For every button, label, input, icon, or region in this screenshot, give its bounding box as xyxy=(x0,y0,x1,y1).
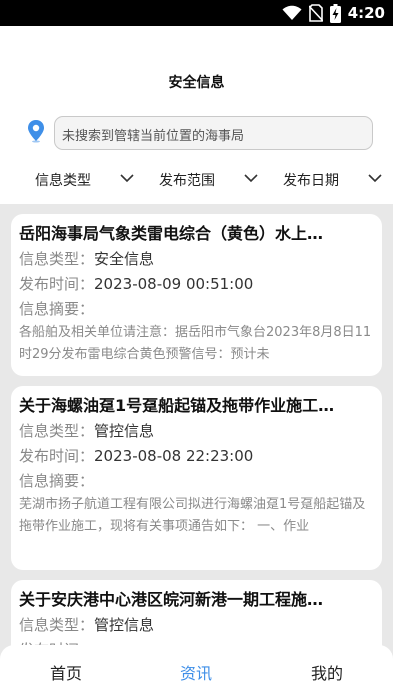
status-bar: 4:20 xyxy=(0,0,393,26)
type-value: 管控信息 xyxy=(94,616,155,634)
filter-publish-scope[interactable]: 发布范围 xyxy=(159,165,259,195)
card-summary: 各船舶及相关单位请注意：据岳阳市气象台2023年8月8日11时29分发布雷电综合… xyxy=(19,325,372,362)
time-value: 2023-08-09 00:51:00 xyxy=(94,275,254,293)
card-title: 关于安庆港中心港区皖河新港一期工程施… xyxy=(19,590,324,609)
search-input[interactable]: 未搜索到管辖当前位置的海事局 xyxy=(54,116,373,150)
chevron-down-icon xyxy=(244,174,258,183)
card-title: 关于海螺油趸1号趸船起锚及拖带作业施工… xyxy=(19,396,335,415)
wifi-icon xyxy=(282,5,302,20)
no-sim-icon xyxy=(308,4,323,22)
filter-label: 发布范围 xyxy=(159,173,215,189)
filter-info-type[interactable]: 信息类型 xyxy=(35,165,135,195)
type-label: 信息类型： xyxy=(19,250,95,268)
info-card[interactable]: 岳阳海事局气象类雷电综合（黄色）水上… 信息类型：安全信息 发布时间：2023-… xyxy=(11,214,382,376)
filter-label: 发布日期 xyxy=(283,173,339,189)
type-value: 管控信息 xyxy=(94,422,155,440)
search-placeholder: 未搜索到管辖当前位置的海事局 xyxy=(62,129,245,144)
info-list[interactable]: 岳阳海事局气象类雷电综合（黄色）水上… 信息类型：安全信息 发布时间：2023-… xyxy=(0,204,393,698)
card-title: 岳阳海事局气象类雷电综合（黄色）水上… xyxy=(19,224,324,243)
filter-publish-date[interactable]: 发布日期 xyxy=(283,165,383,195)
card-type-row: 信息类型：管控信息 xyxy=(19,419,374,444)
card-time-row: 发布时间：2023-08-08 22:23:00 xyxy=(19,444,374,469)
info-card[interactable]: 关于海螺油趸1号趸船起锚及拖带作业施工… 信息类型：管控信息 发布时间：2023… xyxy=(11,386,382,570)
tab-news[interactable]: 资讯 xyxy=(180,660,212,684)
header: 安全信息 未搜索到管辖当前位置的海事局 信息类型 发布范围 发布日期 xyxy=(0,26,393,204)
time-value: 2023-08-08 22:23:00 xyxy=(94,447,254,465)
chevron-down-icon xyxy=(368,174,382,183)
summary-label: 信息摘要： xyxy=(19,472,95,490)
summary-label: 信息摘要： xyxy=(19,300,95,318)
type-value: 安全信息 xyxy=(94,250,155,268)
time-label: 发布时间： xyxy=(19,447,95,465)
card-summary: 芜湖市扬子航道工程有限公司拟进行海螺油趸1号趸船起锚及拖带作业施工，现将有关事项… xyxy=(19,497,366,534)
location-pin-icon[interactable] xyxy=(25,119,47,143)
chevron-down-icon xyxy=(120,174,134,183)
tab-home[interactable]: 首页 xyxy=(50,660,82,684)
type-label: 信息类型： xyxy=(19,616,95,634)
tab-mine[interactable]: 我的 xyxy=(311,660,343,684)
card-time-row: 发布时间：2023-08-09 00:51:00 xyxy=(19,272,374,297)
time-label: 发布时间： xyxy=(19,275,95,293)
card-type-row: 信息类型：安全信息 xyxy=(19,247,374,272)
status-time: 4:20 xyxy=(347,4,385,22)
bottom-tab-bar: 首页 资讯 我的 xyxy=(0,645,393,698)
battery-charging-icon xyxy=(329,3,341,23)
page-title: 安全信息 xyxy=(168,75,225,91)
card-type-row: 信息类型：管控信息 xyxy=(19,613,374,638)
status-icons: 4:20 xyxy=(282,3,385,23)
type-label: 信息类型： xyxy=(19,422,95,440)
filter-label: 信息类型 xyxy=(35,173,91,189)
